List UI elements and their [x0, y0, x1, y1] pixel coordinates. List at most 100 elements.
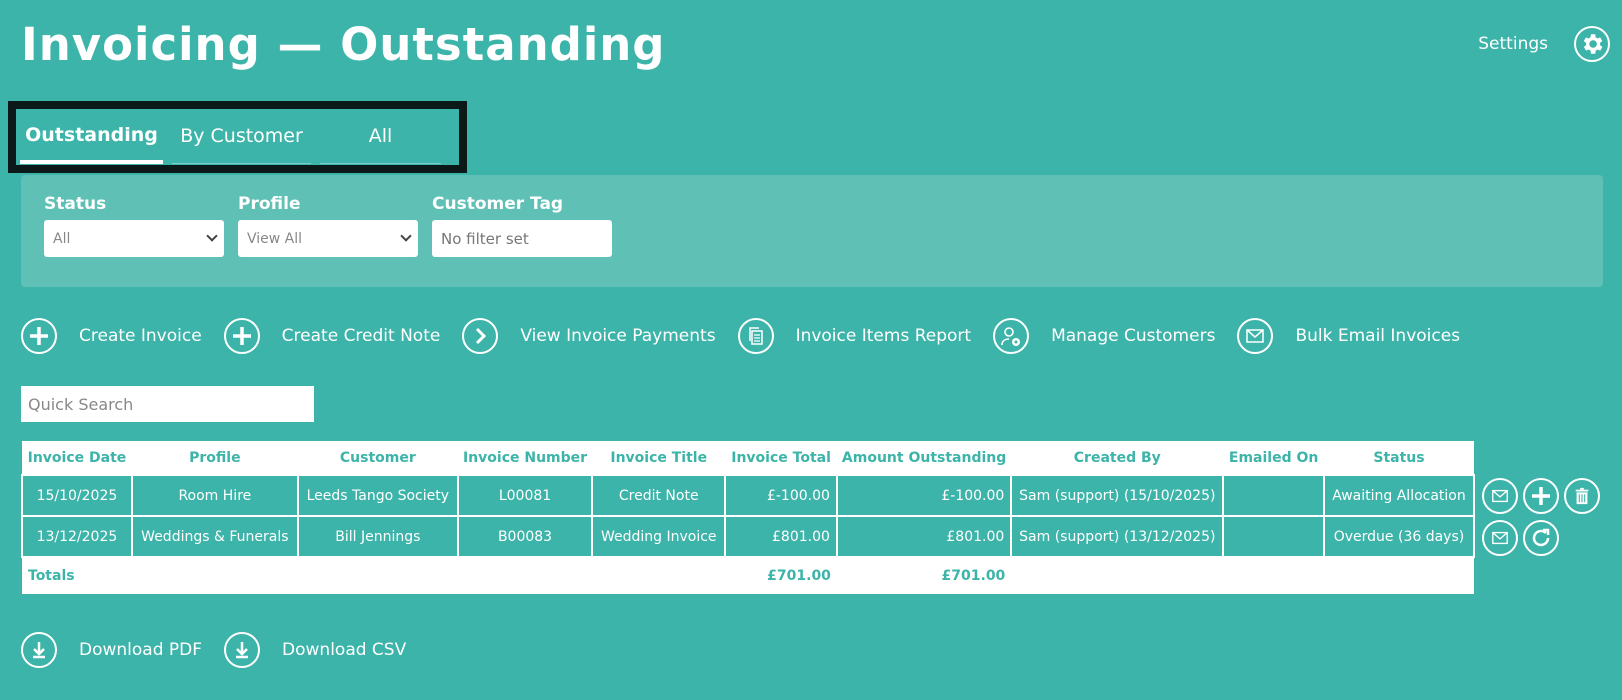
- emailed-on-cell: [1222, 474, 1325, 517]
- refresh-icon[interactable]: [1523, 520, 1559, 556]
- download-csv-label: Download CSV: [282, 640, 407, 660]
- quick-search-input[interactable]: Quick Search: [21, 386, 314, 422]
- status-select-value: All: [53, 230, 71, 247]
- plus-icon: [223, 318, 260, 354]
- column-header[interactable]: Amount Outstanding: [836, 441, 1012, 475]
- filter-panel: Status All Profile View All Customer Tag…: [21, 175, 1603, 287]
- column-header[interactable]: Invoice Date: [22, 441, 132, 475]
- empty-cell: [1323, 557, 1474, 594]
- column-header[interactable]: Invoice Total: [725, 441, 837, 475]
- chevron-right-icon: [462, 318, 499, 354]
- view-invoice-payments-label: View Invoice Payments: [520, 326, 716, 346]
- invoice-total-cell: £-100.00: [724, 474, 838, 517]
- profile-cell: Room Hire: [130, 474, 299, 517]
- download-csv-button[interactable]: Download CSV: [224, 632, 406, 668]
- status-filter-label: Status: [44, 194, 107, 214]
- user-settings-icon: [993, 318, 1030, 354]
- settings-label: Settings: [1478, 34, 1548, 54]
- bulk-email-invoices-label: Bulk Email Invoices: [1295, 326, 1461, 346]
- profile-filter: Profile View All: [238, 194, 418, 257]
- invoice-date-cell: 15/10/2025: [21, 474, 133, 517]
- totals-label: Totals: [22, 557, 132, 594]
- created-by-cell: Sam (support) (13/12/2025): [1010, 515, 1225, 558]
- status-select[interactable]: All: [44, 220, 224, 257]
- column-header[interactable]: Status: [1323, 441, 1474, 475]
- customer-tag-input[interactable]: No filter set: [432, 220, 612, 257]
- create-invoice-button[interactable]: Create Invoice: [21, 318, 202, 354]
- chevron-down-icon: [206, 230, 218, 242]
- plus-icon[interactable]: [1523, 478, 1559, 514]
- page-title: Invoicing — Outstanding: [21, 18, 666, 71]
- customer-tag-filter: Customer Tag No filter set: [432, 194, 612, 257]
- invoice-total-cell: £801.00: [724, 515, 838, 558]
- tab-by-customer[interactable]: By Customer: [172, 109, 311, 164]
- download-bar: Download PDF Download CSV: [21, 632, 428, 668]
- create-credit-note-label: Create Credit Note: [281, 326, 441, 346]
- email-invoice-icon[interactable]: [1482, 520, 1518, 556]
- download-pdf-label: Download PDF: [79, 640, 203, 660]
- totals-row: Totals £701.00 £701.00: [22, 557, 1474, 594]
- empty-cell: [1011, 557, 1224, 594]
- documents-icon: [737, 318, 774, 354]
- invoice-items-report-label: Invoice Items Report: [795, 326, 972, 346]
- download-icon: [21, 632, 57, 668]
- column-header[interactable]: Invoice Title: [592, 441, 726, 475]
- row-actions: [1482, 520, 1559, 556]
- view-invoice-payments-button[interactable]: View Invoice Payments: [462, 318, 716, 354]
- chevron-down-icon: [400, 230, 412, 242]
- invoice-title-cell: Wedding Invoice: [591, 515, 727, 558]
- column-header[interactable]: Emailed On: [1223, 441, 1324, 475]
- manage-customers-button[interactable]: Manage Customers: [993, 318, 1215, 354]
- emailed-on-cell: [1222, 515, 1325, 558]
- manage-customers-label: Manage Customers: [1051, 326, 1216, 346]
- status-cell: Awaiting Allocation: [1322, 474, 1476, 517]
- invoice-title-cell: Credit Note: [591, 474, 727, 517]
- status-filter: Status All: [44, 194, 224, 257]
- empty-cell: [592, 557, 726, 594]
- customer-cell: Leeds Tango Society: [296, 474, 459, 517]
- status-cell: Overdue (36 days): [1322, 515, 1476, 558]
- create-credit-note-button[interactable]: Create Credit Note: [223, 318, 441, 354]
- download-pdf-button[interactable]: Download PDF: [21, 632, 202, 668]
- email-invoice-icon[interactable]: [1482, 478, 1518, 514]
- profile-filter-label: Profile: [238, 194, 301, 214]
- tab-outstanding[interactable]: Outstanding: [20, 109, 163, 164]
- profile-select-value: View All: [247, 230, 303, 247]
- column-header[interactable]: Customer: [297, 441, 458, 475]
- empty-cell: [297, 557, 458, 594]
- invoice-total-sum: £701.00: [725, 557, 837, 594]
- plus-icon: [21, 318, 57, 354]
- table-row[interactable]: 15/10/2025 Room Hire Leeds Tango Society…: [21, 474, 1476, 517]
- column-header[interactable]: Created By: [1011, 441, 1224, 475]
- empty-cell: [457, 557, 593, 594]
- profile-select[interactable]: View All: [238, 220, 418, 257]
- created-by-cell: Sam (support) (15/10/2025): [1010, 474, 1225, 517]
- create-invoice-label: Create Invoice: [79, 326, 202, 346]
- table-header-row: Invoice Date Profile Customer Invoice Nu…: [22, 441, 1474, 475]
- envelope-icon: [1237, 318, 1274, 354]
- customer-cell: Bill Jennings: [296, 515, 459, 558]
- empty-cell: [131, 557, 298, 594]
- trash-icon[interactable]: [1564, 478, 1600, 514]
- download-icon: [224, 632, 261, 668]
- gear-icon[interactable]: [1574, 26, 1610, 62]
- tab-all[interactable]: All: [320, 109, 441, 164]
- empty-cell: [1223, 557, 1324, 594]
- invoice-number-cell: L00081: [456, 474, 594, 517]
- amount-outstanding-cell: £801.00: [835, 515, 1013, 558]
- action-bar: Create Invoice Create Credit Note View I…: [21, 318, 1482, 354]
- table-row[interactable]: 13/12/2025 Weddings & Funerals Bill Jenn…: [21, 515, 1476, 558]
- bulk-email-invoices-button[interactable]: Bulk Email Invoices: [1237, 318, 1460, 354]
- invoice-items-report-button[interactable]: Invoice Items Report: [737, 318, 972, 354]
- customer-tag-label: Customer Tag: [432, 194, 564, 214]
- column-header[interactable]: Invoice Number: [457, 441, 593, 475]
- tab-bar: Outstanding By Customer All: [8, 101, 467, 173]
- amount-outstanding-cell: £-100.00: [835, 474, 1013, 517]
- invoice-date-cell: 13/12/2025: [21, 515, 133, 558]
- invoice-number-cell: B00083: [456, 515, 594, 558]
- settings-link[interactable]: Settings: [1478, 26, 1610, 62]
- invoice-table: Invoice Date Profile Customer Invoice Nu…: [21, 441, 1476, 594]
- row-actions: [1482, 478, 1600, 514]
- profile-cell: Weddings & Funerals: [130, 515, 299, 558]
- column-header[interactable]: Profile: [131, 441, 298, 475]
